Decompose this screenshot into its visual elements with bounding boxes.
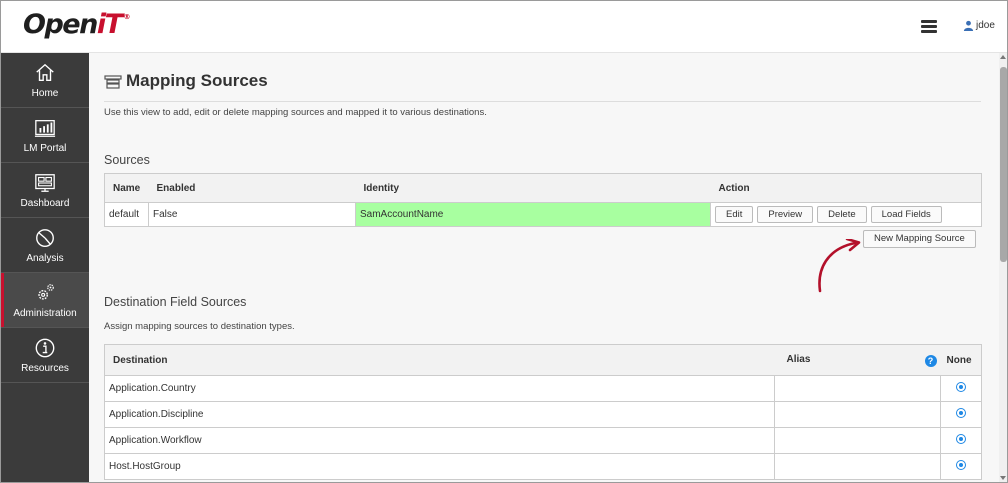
destination-cell: Host.HostGroup	[104, 453, 775, 480]
sources-table: Name Enabled Identity Action default Fal…	[104, 173, 982, 227]
col-alias-header: Alias ?	[774, 344, 941, 376]
none-cell	[940, 375, 982, 402]
alias-cell[interactable]	[774, 401, 941, 428]
sidebar-nav: Home LM Portal Dashboard Analysis Admini…	[1, 53, 89, 482]
sidebar-item-resources[interactable]: Resources	[1, 328, 89, 383]
pie-chart-icon	[36, 228, 54, 247]
table-header-row: Destination Alias ? None	[104, 344, 982, 376]
destination-cell: Application.Discipline	[104, 401, 775, 428]
alias-cell[interactable]	[774, 375, 941, 402]
source-enabled-cell: False	[148, 202, 356, 227]
page-title: Mapping Sources	[126, 71, 268, 90]
destinations-table: Destination Alias ? None Application.Cou…	[104, 344, 982, 480]
table-header-row: Name Enabled Identity Action	[104, 173, 982, 203]
table-row: Host.HostGroup	[104, 453, 982, 480]
load-fields-button[interactable]: Load Fields	[870, 206, 942, 223]
main-content: Mapping Sources Use this view to add, ed…	[89, 53, 999, 482]
bar-chart-icon	[34, 119, 56, 137]
table-row: Application.Discipline	[104, 401, 982, 428]
sources-heading: Sources	[104, 153, 150, 167]
sidebar-item-label: Dashboard	[20, 197, 70, 209]
sidebar-item-label: Home	[31, 87, 59, 99]
destination-cell: Application.Country	[104, 375, 775, 402]
destinations-heading: Destination Field Sources	[104, 295, 247, 309]
page-description: Use this view to add, edit or delete map…	[104, 107, 487, 118]
help-icon[interactable]: ?	[924, 354, 937, 367]
none-cell	[940, 427, 982, 454]
scroll-up-arrow-icon[interactable]	[1000, 55, 1006, 59]
col-destination-header: Destination	[104, 344, 775, 376]
sidebar-item-dashboard[interactable]: Dashboard	[1, 163, 89, 218]
scroll-thumb[interactable]	[1000, 67, 1007, 262]
source-identity-cell: SamAccountName	[355, 202, 711, 227]
table-row: default False SamAccountName Edit Preview…	[104, 202, 982, 227]
annotation-arrow-icon	[818, 239, 861, 293]
hamburger-menu-icon[interactable]	[921, 20, 937, 34]
sidebar-item-lm-portal[interactable]: LM Portal	[1, 108, 89, 163]
gears-icon	[38, 283, 54, 300]
delete-button[interactable]: Delete	[817, 206, 867, 223]
preview-button[interactable]: Preview	[757, 206, 814, 223]
col-identity-header: Identity	[355, 173, 711, 203]
source-action-cell: Edit Preview Delete Load Fields	[710, 202, 982, 227]
none-radio[interactable]	[956, 408, 966, 418]
table-row: Application.Workflow	[104, 427, 982, 454]
user-name: jdoe	[976, 20, 995, 31]
sidebar-item-home[interactable]: Home	[1, 53, 89, 108]
scroll-down-arrow-icon[interactable]	[1000, 476, 1006, 480]
destinations-description: Assign mapping sources to destination ty…	[104, 321, 295, 332]
alias-header-label: Alias	[786, 353, 811, 365]
mapping-sources-icon	[104, 75, 122, 89]
page-title-row: Mapping Sources	[104, 71, 268, 91]
none-radio[interactable]	[956, 460, 966, 470]
alias-cell[interactable]	[774, 427, 941, 454]
dashboard-icon	[35, 173, 55, 192]
sidebar-item-label: Analysis	[26, 252, 64, 264]
none-radio[interactable]	[956, 434, 966, 444]
user-icon	[963, 20, 974, 31]
sidebar-item-administration[interactable]: Administration	[1, 273, 89, 328]
none-radio[interactable]	[956, 382, 966, 392]
vertical-scrollbar[interactable]	[999, 53, 1007, 482]
title-divider	[104, 101, 981, 102]
col-enabled-header: Enabled	[148, 173, 356, 203]
sidebar-item-label: LM Portal	[23, 142, 67, 154]
edit-button[interactable]: Edit	[715, 206, 754, 223]
home-icon	[36, 63, 54, 81]
user-menu[interactable]: jdoe	[963, 20, 995, 31]
sidebar-item-analysis[interactable]: Analysis	[1, 218, 89, 273]
alias-cell[interactable]	[774, 453, 941, 480]
openit-logo[interactable]: OpeniT ®	[23, 9, 130, 40]
col-action-header: Action	[710, 173, 982, 203]
col-none-header: None	[940, 344, 982, 376]
top-header: OpeniT ® jdoe	[1, 1, 1007, 53]
none-cell	[940, 453, 982, 480]
none-cell	[940, 401, 982, 428]
app-window: OpeniT ® jdoe Home LM Portal Dashboard An…	[0, 0, 1008, 483]
source-name-cell: default	[104, 202, 149, 227]
sidebar-item-label: Administration	[13, 307, 77, 319]
sidebar-item-label: Resources	[21, 362, 69, 374]
destination-cell: Application.Workflow	[104, 427, 775, 454]
table-row: Application.Country	[104, 375, 982, 402]
new-mapping-source-button[interactable]: New Mapping Source	[863, 230, 976, 248]
info-icon	[35, 338, 55, 357]
col-name-header: Name	[104, 173, 149, 203]
